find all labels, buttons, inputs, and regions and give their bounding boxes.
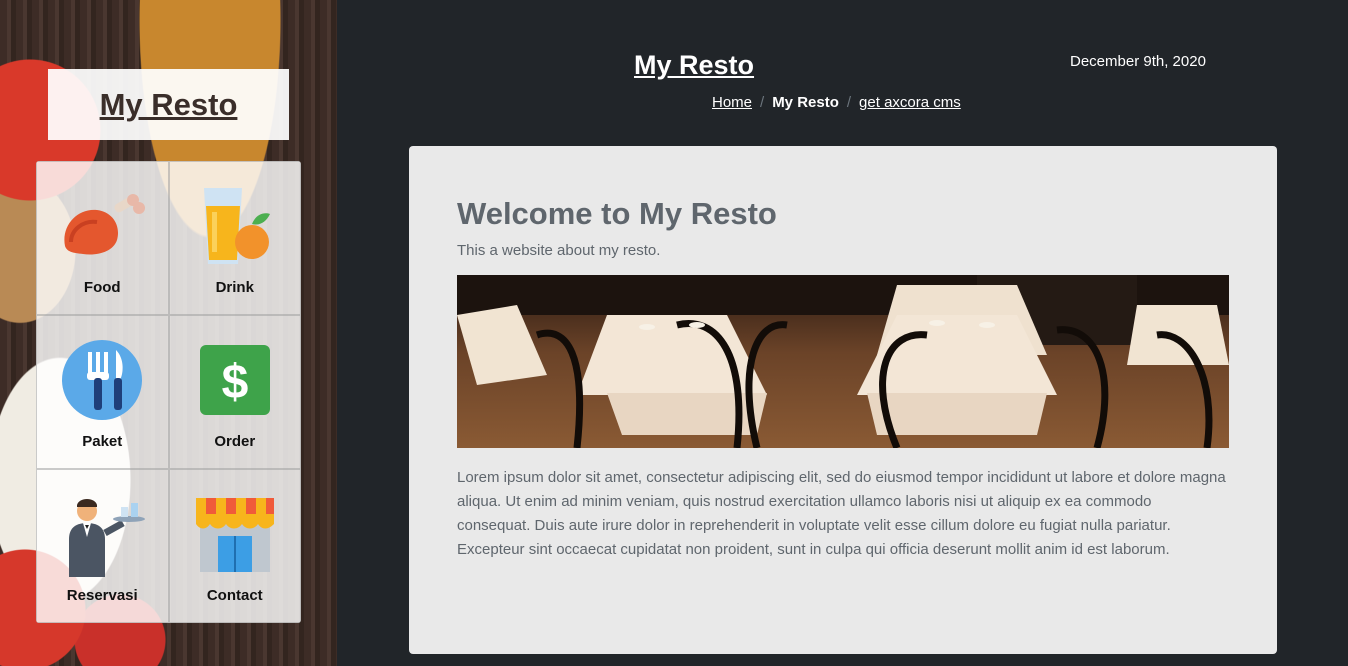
page-subtitle: This a website about my resto. (457, 242, 661, 259)
menu-item-contact[interactable]: Contact (168, 469, 301, 623)
juice-glass-icon (190, 181, 280, 271)
page-body-text: Lorem ipsum dolor sit amet, consectetur … (457, 469, 1226, 558)
chicken-leg-icon (57, 181, 147, 271)
sidebar-brand: My Resto (48, 69, 289, 140)
menu-grid: Food Drink Paket $ Order Reservasi Conta… (36, 161, 301, 623)
main-card: Welcome to My Resto This a website about… (409, 146, 1277, 654)
breadcrumb-separator: / (760, 94, 765, 111)
fork-knife-icon (57, 335, 147, 425)
menu-label-contact: Contact (206, 587, 263, 604)
menu-item-drink[interactable]: Drink (168, 161, 301, 315)
breadcrumb-current: My Resto (772, 94, 839, 111)
restaurant-hero-image (457, 275, 1229, 448)
storefront-icon (190, 489, 280, 579)
page-heading: Welcome to My Resto (457, 196, 777, 231)
menu-item-order[interactable]: $ Order (168, 315, 301, 469)
dollar-icon: $ (190, 335, 280, 425)
sidebar-brand-link[interactable]: My Resto (100, 87, 238, 123)
breadcrumb: Home / My Resto / get axcora cms (712, 94, 961, 111)
svg-text:$: $ (221, 356, 248, 409)
breadcrumb-separator: / (846, 94, 852, 111)
menu-label-order: Order (214, 433, 256, 450)
menu-label-reservasi: Reservasi (66, 587, 138, 604)
menu-item-food[interactable]: Food (36, 161, 169, 315)
menu-item-reservasi[interactable]: Reservasi (36, 469, 169, 623)
date-label: December 9th, 2020 (1070, 53, 1206, 70)
breadcrumb-home[interactable]: Home (712, 94, 752, 111)
breadcrumb-link[interactable]: get axcora cms (859, 94, 961, 111)
menu-item-paket[interactable]: Paket (36, 315, 169, 469)
menu-label-food: Food (83, 279, 121, 296)
site-title[interactable]: My Resto (634, 50, 754, 81)
menu-label-drink: Drink (215, 279, 254, 296)
waiter-icon (57, 489, 147, 579)
menu-label-paket: Paket (82, 433, 123, 450)
sidebar: My Resto Food Drink Paket $ Order Reserv… (0, 0, 337, 666)
